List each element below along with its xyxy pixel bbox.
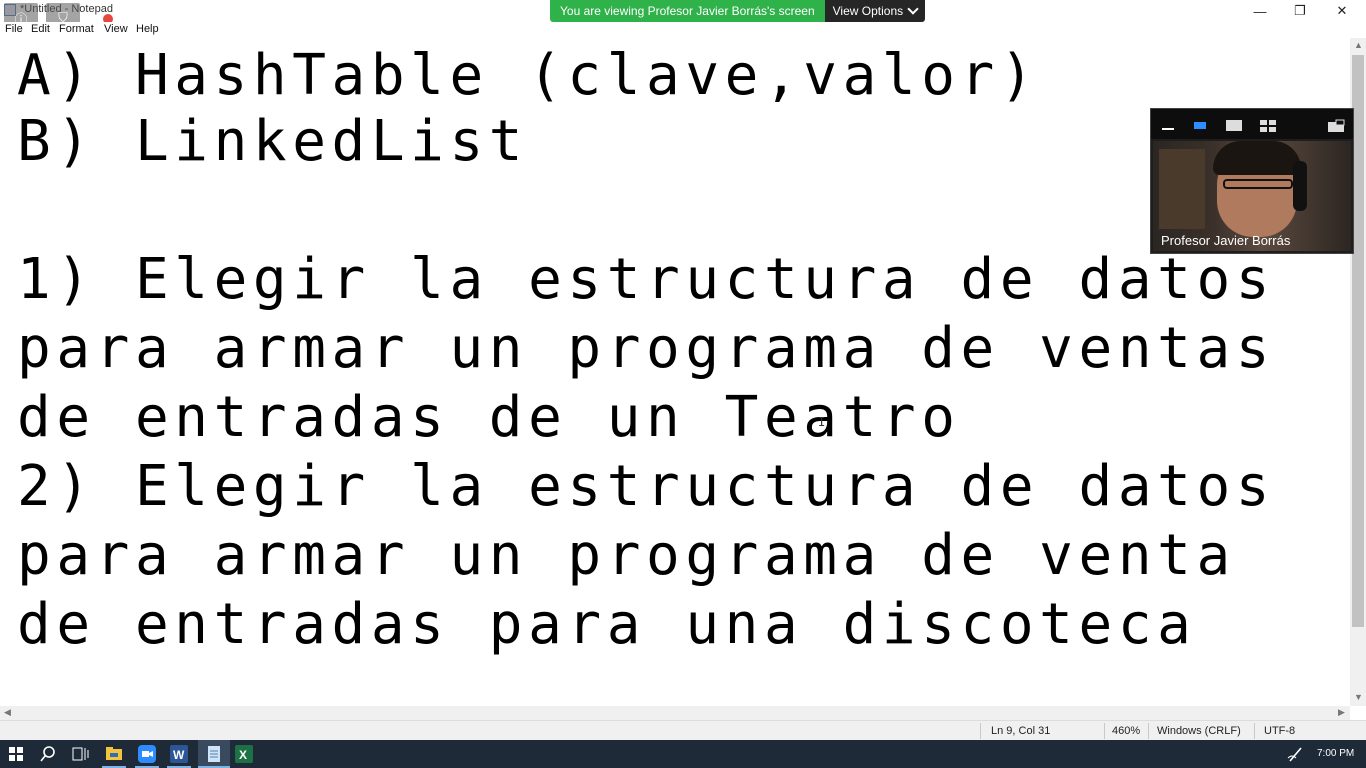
text-cursor-icon: I [818, 415, 826, 429]
view-options-button[interactable]: View Options [824, 0, 926, 22]
task-view-icon[interactable] [70, 744, 90, 764]
taskbar: W X 7:00 PM [0, 740, 1366, 768]
exit-minimized-icon[interactable] [1327, 119, 1345, 133]
text-line: para armar un programa de venta [17, 523, 1236, 588]
text-line: 1) Elegir la estructura de datos [17, 247, 1276, 312]
zoom-app-icon[interactable] [137, 744, 157, 764]
text-editor[interactable]: A) HashTable (clave,valor) B) LinkedList… [0, 38, 1350, 706]
menu-edit[interactable]: Edit [31, 23, 50, 35]
screen-share-banner: You are viewing Profesor Javier Borrás's… [550, 0, 926, 22]
menu-help[interactable]: Help [136, 23, 159, 35]
status-divider [980, 723, 981, 739]
excel-icon[interactable]: X [234, 744, 254, 764]
active-speaker-icon[interactable] [1225, 119, 1243, 133]
menu-format[interactable]: Format [59, 23, 94, 35]
scroll-down-icon[interactable]: ▼ [1354, 692, 1363, 702]
title-bar: *Untitled - Notepad ⓘ ⛉ You are viewing … [0, 0, 1366, 33]
gallery-view-icon[interactable] [1259, 119, 1277, 133]
participant-name: Profesor Javier Borrás [1161, 233, 1291, 248]
screen-share-banner-text: You are viewing Profesor Javier Borrás's… [550, 0, 825, 22]
maximize-button[interactable]: ❐ [1278, 0, 1322, 22]
windows-start-icon[interactable] [6, 744, 26, 764]
scroll-up-icon[interactable]: ▲ [1354, 40, 1363, 50]
text-line: A) HashTable (clave,valor) [17, 43, 1040, 108]
line-endings: Windows (CRLF) [1157, 725, 1241, 737]
menu-bar: File Edit Format View Help [0, 22, 1366, 39]
word-icon[interactable]: W [169, 744, 189, 764]
text-line: B) LinkedList [17, 109, 529, 174]
background-shelf [1159, 149, 1205, 229]
headset-icon [1293, 161, 1307, 211]
zoom-level: 460% [1112, 725, 1141, 737]
pen-icon[interactable] [1286, 744, 1306, 764]
view-options-label: View Options [832, 4, 904, 18]
encoding: UTF-8 [1264, 725, 1296, 737]
text-line: de entradas para una discoteca [17, 592, 1197, 657]
notepad-taskbar-icon[interactable] [204, 744, 224, 764]
scroll-right-icon[interactable]: ▶ [1338, 707, 1345, 718]
svg-text:W: W [173, 748, 185, 762]
menu-file[interactable]: File [5, 23, 23, 35]
status-divider [1104, 723, 1105, 739]
status-divider [1148, 723, 1149, 739]
taskbar-clock[interactable]: 7:00 PM [1317, 748, 1354, 759]
speaker-view-icon[interactable] [1193, 119, 1207, 131]
text-line: para armar un programa de ventas [17, 316, 1276, 381]
video-thumbnail[interactable]: Profesor Javier Borrás [1150, 108, 1354, 254]
cursor-position: Ln 9, Col 31 [991, 725, 1051, 737]
menu-view[interactable]: View [104, 23, 128, 35]
close-button[interactable]: ✕ [1320, 0, 1364, 22]
status-bar: Ln 9, Col 31 460% Windows (CRLF) UTF-8 [0, 720, 1366, 741]
chevron-down-icon [907, 3, 919, 15]
file-explorer-icon[interactable] [104, 744, 124, 764]
glasses [1223, 179, 1293, 189]
minimize-video-icon[interactable] [1161, 119, 1175, 131]
status-divider [1254, 723, 1255, 739]
search-icon[interactable] [38, 744, 58, 764]
horizontal-scrollbar[interactable] [0, 706, 1350, 720]
text-line: 2) Elegir la estructura de datos [17, 454, 1276, 519]
minimize-button[interactable]: — [1238, 0, 1282, 22]
participant-hair [1213, 141, 1301, 175]
svg-text:X: X [239, 748, 247, 762]
scroll-left-icon[interactable]: ◀ [4, 707, 11, 718]
video-toolbar [1151, 109, 1353, 139]
